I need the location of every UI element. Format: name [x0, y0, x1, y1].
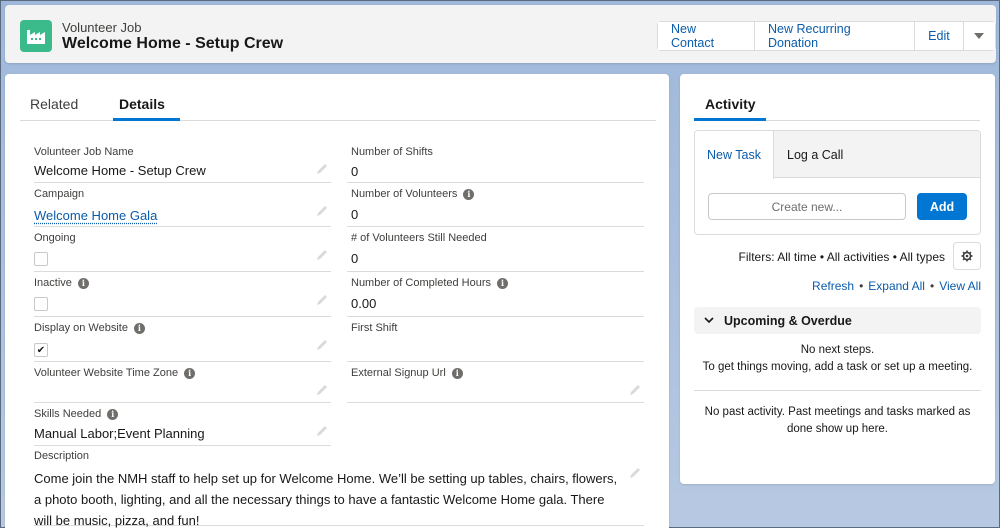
- add-button[interactable]: Add: [917, 193, 967, 220]
- tab-activity[interactable]: Activity: [705, 96, 756, 112]
- field-external-signup-url: External Signup Url i: [347, 367, 644, 403]
- record-header: Volunteer Job Welcome Home - Setup Crew …: [5, 5, 996, 63]
- field-volunteers-still-needed: # of Volunteers Still Needed 0: [347, 232, 644, 272]
- field-volunteer-website-time-zone: Volunteer Website Time Zone i: [34, 367, 331, 403]
- info-icon[interactable]: i: [497, 277, 509, 289]
- field-description: Description Come join the NMH staff to h…: [34, 450, 644, 528]
- expand-all-link[interactable]: Expand All: [868, 279, 925, 293]
- filter-settings-button[interactable]: [953, 242, 981, 270]
- field-label: External Signup Url i: [351, 367, 463, 379]
- edit-pencil-icon[interactable]: [315, 338, 329, 352]
- inactive-checkbox[interactable]: [34, 297, 48, 311]
- edit-pencil-icon[interactable]: [315, 204, 329, 218]
- no-next-steps-hint: To get things moving, add a task or set …: [702, 361, 973, 373]
- field-value: 0: [351, 251, 359, 266]
- active-tab-indicator: [113, 118, 180, 121]
- display-on-website-checkbox[interactable]: ✔: [34, 343, 48, 357]
- edit-pencil-icon[interactable]: [315, 162, 329, 176]
- gear-icon: [961, 250, 973, 262]
- composer-tabs: New Task Log a Call: [695, 131, 980, 179]
- info-icon[interactable]: i: [184, 367, 196, 379]
- tab-related[interactable]: Related: [30, 96, 78, 112]
- field-label: Volunteer Website Time Zone i: [34, 367, 196, 379]
- separator-dot: •: [929, 279, 935, 293]
- field-label: Number of Volunteers i: [351, 188, 475, 200]
- upcoming-overdue-label: Upcoming & Overdue: [724, 313, 852, 328]
- field-label: Number of Shifts: [351, 146, 433, 158]
- field-label: Display on Website i: [34, 322, 145, 334]
- refresh-link[interactable]: Refresh: [812, 279, 854, 293]
- field-skills-needed: Skills Needed i Manual Labor;Event Planni…: [34, 408, 331, 446]
- field-ongoing: Ongoing: [34, 232, 331, 272]
- field-label: Description: [34, 450, 90, 462]
- info-icon[interactable]: i: [77, 277, 89, 289]
- field-label: Skills Needed i: [34, 408, 119, 420]
- record-tabs: Related Details: [20, 94, 656, 121]
- edit-pencil-icon[interactable]: [628, 383, 642, 397]
- new-contact-button[interactable]: New Contact: [658, 22, 755, 50]
- field-number-of-volunteers: Number of Volunteers i 0: [347, 188, 644, 227]
- activity-card: Activity New Task Log a Call Create new.…: [680, 74, 995, 484]
- separator-dot: •: [859, 279, 864, 293]
- record-title: Welcome Home - Setup Crew: [62, 35, 284, 52]
- field-value: 0.00: [351, 296, 377, 311]
- field-display-on-website: Display on Website i ✔: [34, 322, 331, 362]
- field-number-of-completed-hours: Number of Completed Hours i 0.00: [347, 277, 644, 317]
- new-recurring-donation-button[interactable]: New Recurring Donation: [754, 22, 916, 50]
- field-campaign: Campaign Welcome Home Gala: [34, 188, 331, 227]
- field-label: Campaign: [34, 188, 85, 200]
- field-volunteer-job-name: Volunteer Job Name Welcome Home - Setup …: [34, 146, 331, 183]
- field-label: Ongoing: [34, 232, 76, 244]
- edit-pencil-icon[interactable]: [315, 424, 329, 438]
- field-value: 0: [351, 207, 359, 222]
- edit-pencil-icon[interactable]: [315, 383, 329, 397]
- no-next-steps-text: No next steps.: [800, 344, 875, 356]
- ongoing-checkbox[interactable]: [34, 252, 48, 266]
- active-tab-indicator: [694, 118, 766, 121]
- chevron-down-icon: [704, 317, 714, 324]
- campaign-link[interactable]: Welcome Home Gala: [34, 208, 157, 223]
- field-label: First Shift: [351, 322, 398, 334]
- info-icon[interactable]: i: [463, 188, 475, 200]
- no-past-activity-text: No past activity. Past meetings and task…: [704, 406, 971, 435]
- more-actions-button[interactable]: [963, 22, 995, 50]
- field-inactive: Inactive i: [34, 277, 331, 317]
- tab-log-a-call[interactable]: Log a Call: [787, 131, 843, 178]
- info-icon[interactable]: i: [133, 322, 145, 334]
- description-value: Come join the NMH staff to help set up f…: [34, 471, 618, 528]
- info-icon[interactable]: i: [451, 367, 463, 379]
- activity-composer: New Task Log a Call Create new... Add: [694, 130, 981, 235]
- tab-new-task[interactable]: New Task: [695, 131, 774, 179]
- edit-pencil-icon[interactable]: [628, 466, 642, 480]
- edit-button[interactable]: Edit: [915, 22, 964, 50]
- field-label: # of Volunteers Still Needed: [351, 232, 487, 244]
- details-card: Related Details Volunteer Job Name Welco…: [5, 74, 669, 528]
- divider: [694, 390, 981, 391]
- object-type-label: Volunteer Job: [62, 20, 142, 35]
- factory-icon: [20, 20, 52, 52]
- activity-filters-text: Filters: All time • All activities • All…: [738, 250, 945, 264]
- edit-pencil-icon[interactable]: [315, 248, 329, 262]
- info-icon[interactable]: i: [107, 408, 119, 420]
- field-label: Inactive i: [34, 277, 89, 289]
- view-all-link[interactable]: View All: [939, 279, 981, 293]
- chevron-down-icon: [974, 33, 985, 39]
- field-value: Manual Labor;Event Planning: [34, 426, 205, 441]
- field-label: Number of Completed Hours i: [351, 277, 509, 289]
- create-new-input[interactable]: Create new...: [708, 193, 906, 220]
- header-actions: New Contact New Recurring Donation Edit: [657, 21, 996, 51]
- activity-tabs: Activity: [694, 94, 980, 121]
- edit-pencil-icon[interactable]: [315, 293, 329, 307]
- field-value: Welcome Home - Setup Crew: [34, 163, 206, 178]
- field-first-shift: First Shift: [347, 322, 644, 362]
- activity-links: Refresh • Expand All • View All: [812, 279, 981, 293]
- tab-details[interactable]: Details: [119, 96, 165, 112]
- field-label: Volunteer Job Name: [34, 146, 134, 158]
- field-number-of-shifts: Number of Shifts 0: [347, 146, 644, 183]
- field-value: 0: [351, 164, 359, 179]
- upcoming-overdue-section-toggle[interactable]: Upcoming & Overdue: [694, 307, 981, 334]
